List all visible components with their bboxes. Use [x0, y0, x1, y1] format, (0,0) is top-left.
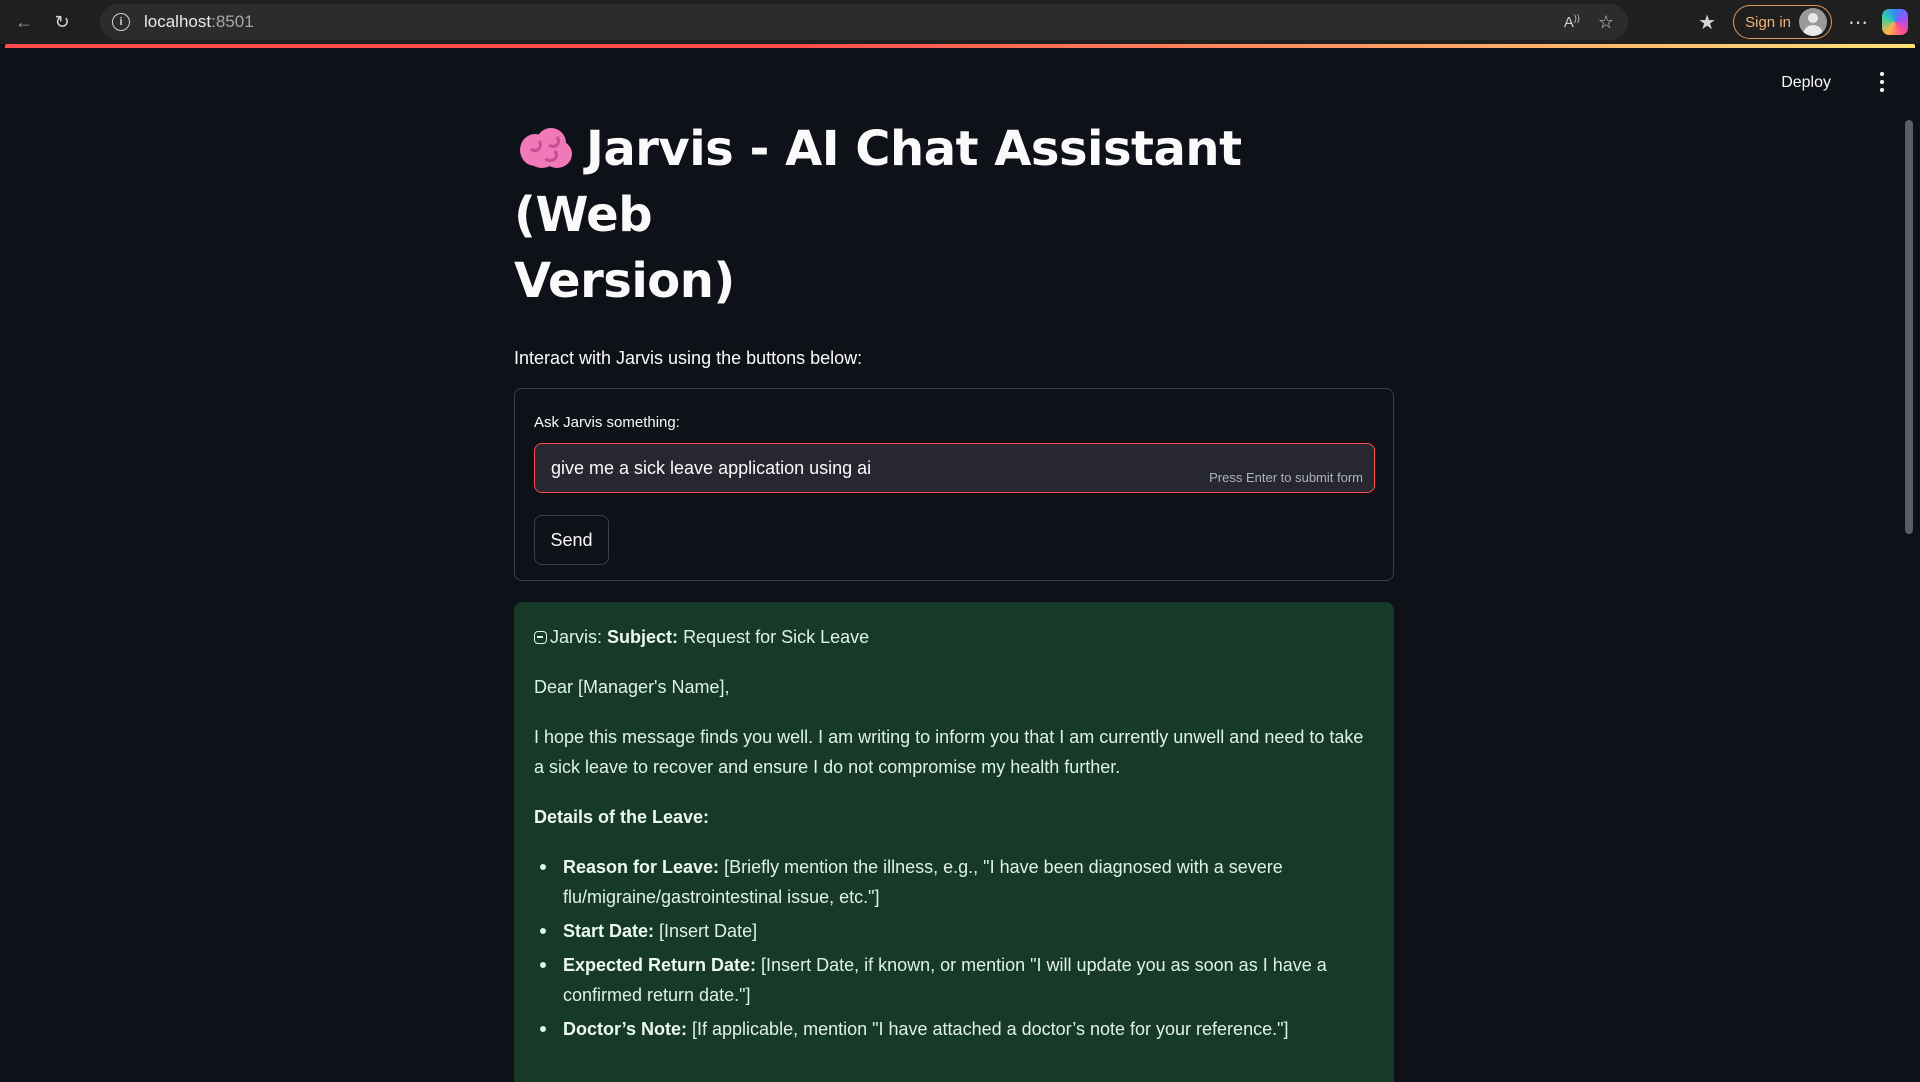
copilot-icon[interactable] — [1882, 9, 1908, 35]
deploy-button[interactable]: Deploy — [1781, 74, 1831, 92]
scrollbar[interactable] — [1905, 120, 1913, 534]
page-title-line1: Jarvis - AI Chat Assistant (Web — [514, 121, 1242, 243]
header-decoration — [5, 44, 1915, 48]
details-list: Reason for Leave: [Briefly mention the i… — [540, 852, 1374, 1044]
details-list-item: Start Date: [Insert Date] — [540, 916, 1374, 946]
url-text[interactable]: localhost:8501 — [144, 12, 254, 32]
site-info-icon[interactable]: i — [112, 13, 130, 31]
ask-form: Ask Jarvis something: Press Enter to sub… — [514, 388, 1394, 581]
response-speaker: Jarvis: — [550, 627, 603, 647]
avatar-icon — [1799, 8, 1827, 36]
browser-toolbar: ← ↻ i localhost:8501 A)) ☆ ★ Sign in ⋯ — [0, 0, 1920, 44]
details-list-item: Expected Return Date: [Insert Date, if k… — [540, 950, 1374, 1010]
back-icon[interactable]: ← — [10, 8, 38, 36]
page-title: Jarvis - AI Chat Assistant (Web Version) — [514, 116, 1394, 314]
subject-label: Subject: — [607, 627, 679, 647]
subject-text: Request for Sick Leave — [683, 627, 870, 647]
main-menu-icon[interactable] — [1879, 72, 1885, 92]
submit-hint: Press Enter to submit form — [1209, 470, 1363, 485]
response-body: I hope this message finds you well. I am… — [534, 727, 1364, 777]
favorites-icon[interactable]: ★ — [1689, 4, 1725, 40]
ask-input-label: Ask Jarvis something: — [534, 414, 680, 431]
page-title-line2: Version) — [514, 253, 735, 309]
brain-icon — [520, 126, 572, 170]
page-subtitle: Interact with Jarvis using the buttons b… — [514, 348, 863, 368]
main-content: Jarvis - AI Chat Assistant (Web Version)… — [514, 116, 1394, 1082]
read-aloud-icon[interactable]: A)) — [1564, 13, 1580, 31]
response-greeting: Dear [Manager's Name], — [534, 677, 730, 697]
details-heading: Details of the Leave: — [534, 807, 710, 827]
address-bar[interactable]: i localhost:8501 A)) ☆ — [100, 4, 1628, 40]
more-options-icon[interactable]: ⋯ — [1840, 4, 1876, 40]
reload-icon[interactable]: ↻ — [48, 8, 76, 36]
sign-in-label: Sign in — [1745, 13, 1791, 31]
ask-input-wrapper[interactable]: Press Enter to submit form — [534, 443, 1375, 493]
details-list-item: Doctor’s Note: [If applicable, mention "… — [540, 1014, 1374, 1044]
favorite-star-icon[interactable]: ☆ — [1598, 12, 1614, 33]
response-subject-line: Jarvis: Subject: Request for Sick Leave — [534, 622, 1374, 652]
sign-in-button[interactable]: Sign in — [1733, 5, 1832, 39]
app-viewport: Deploy Jarvis - AI Chat Assistant (Web V… — [5, 44, 1915, 1082]
robot-icon — [534, 631, 547, 644]
send-button[interactable]: Send — [534, 515, 609, 565]
jarvis-response: Jarvis: Subject: Request for Sick Leave … — [514, 602, 1394, 1082]
details-list-item: Reason for Leave: [Briefly mention the i… — [540, 852, 1374, 912]
